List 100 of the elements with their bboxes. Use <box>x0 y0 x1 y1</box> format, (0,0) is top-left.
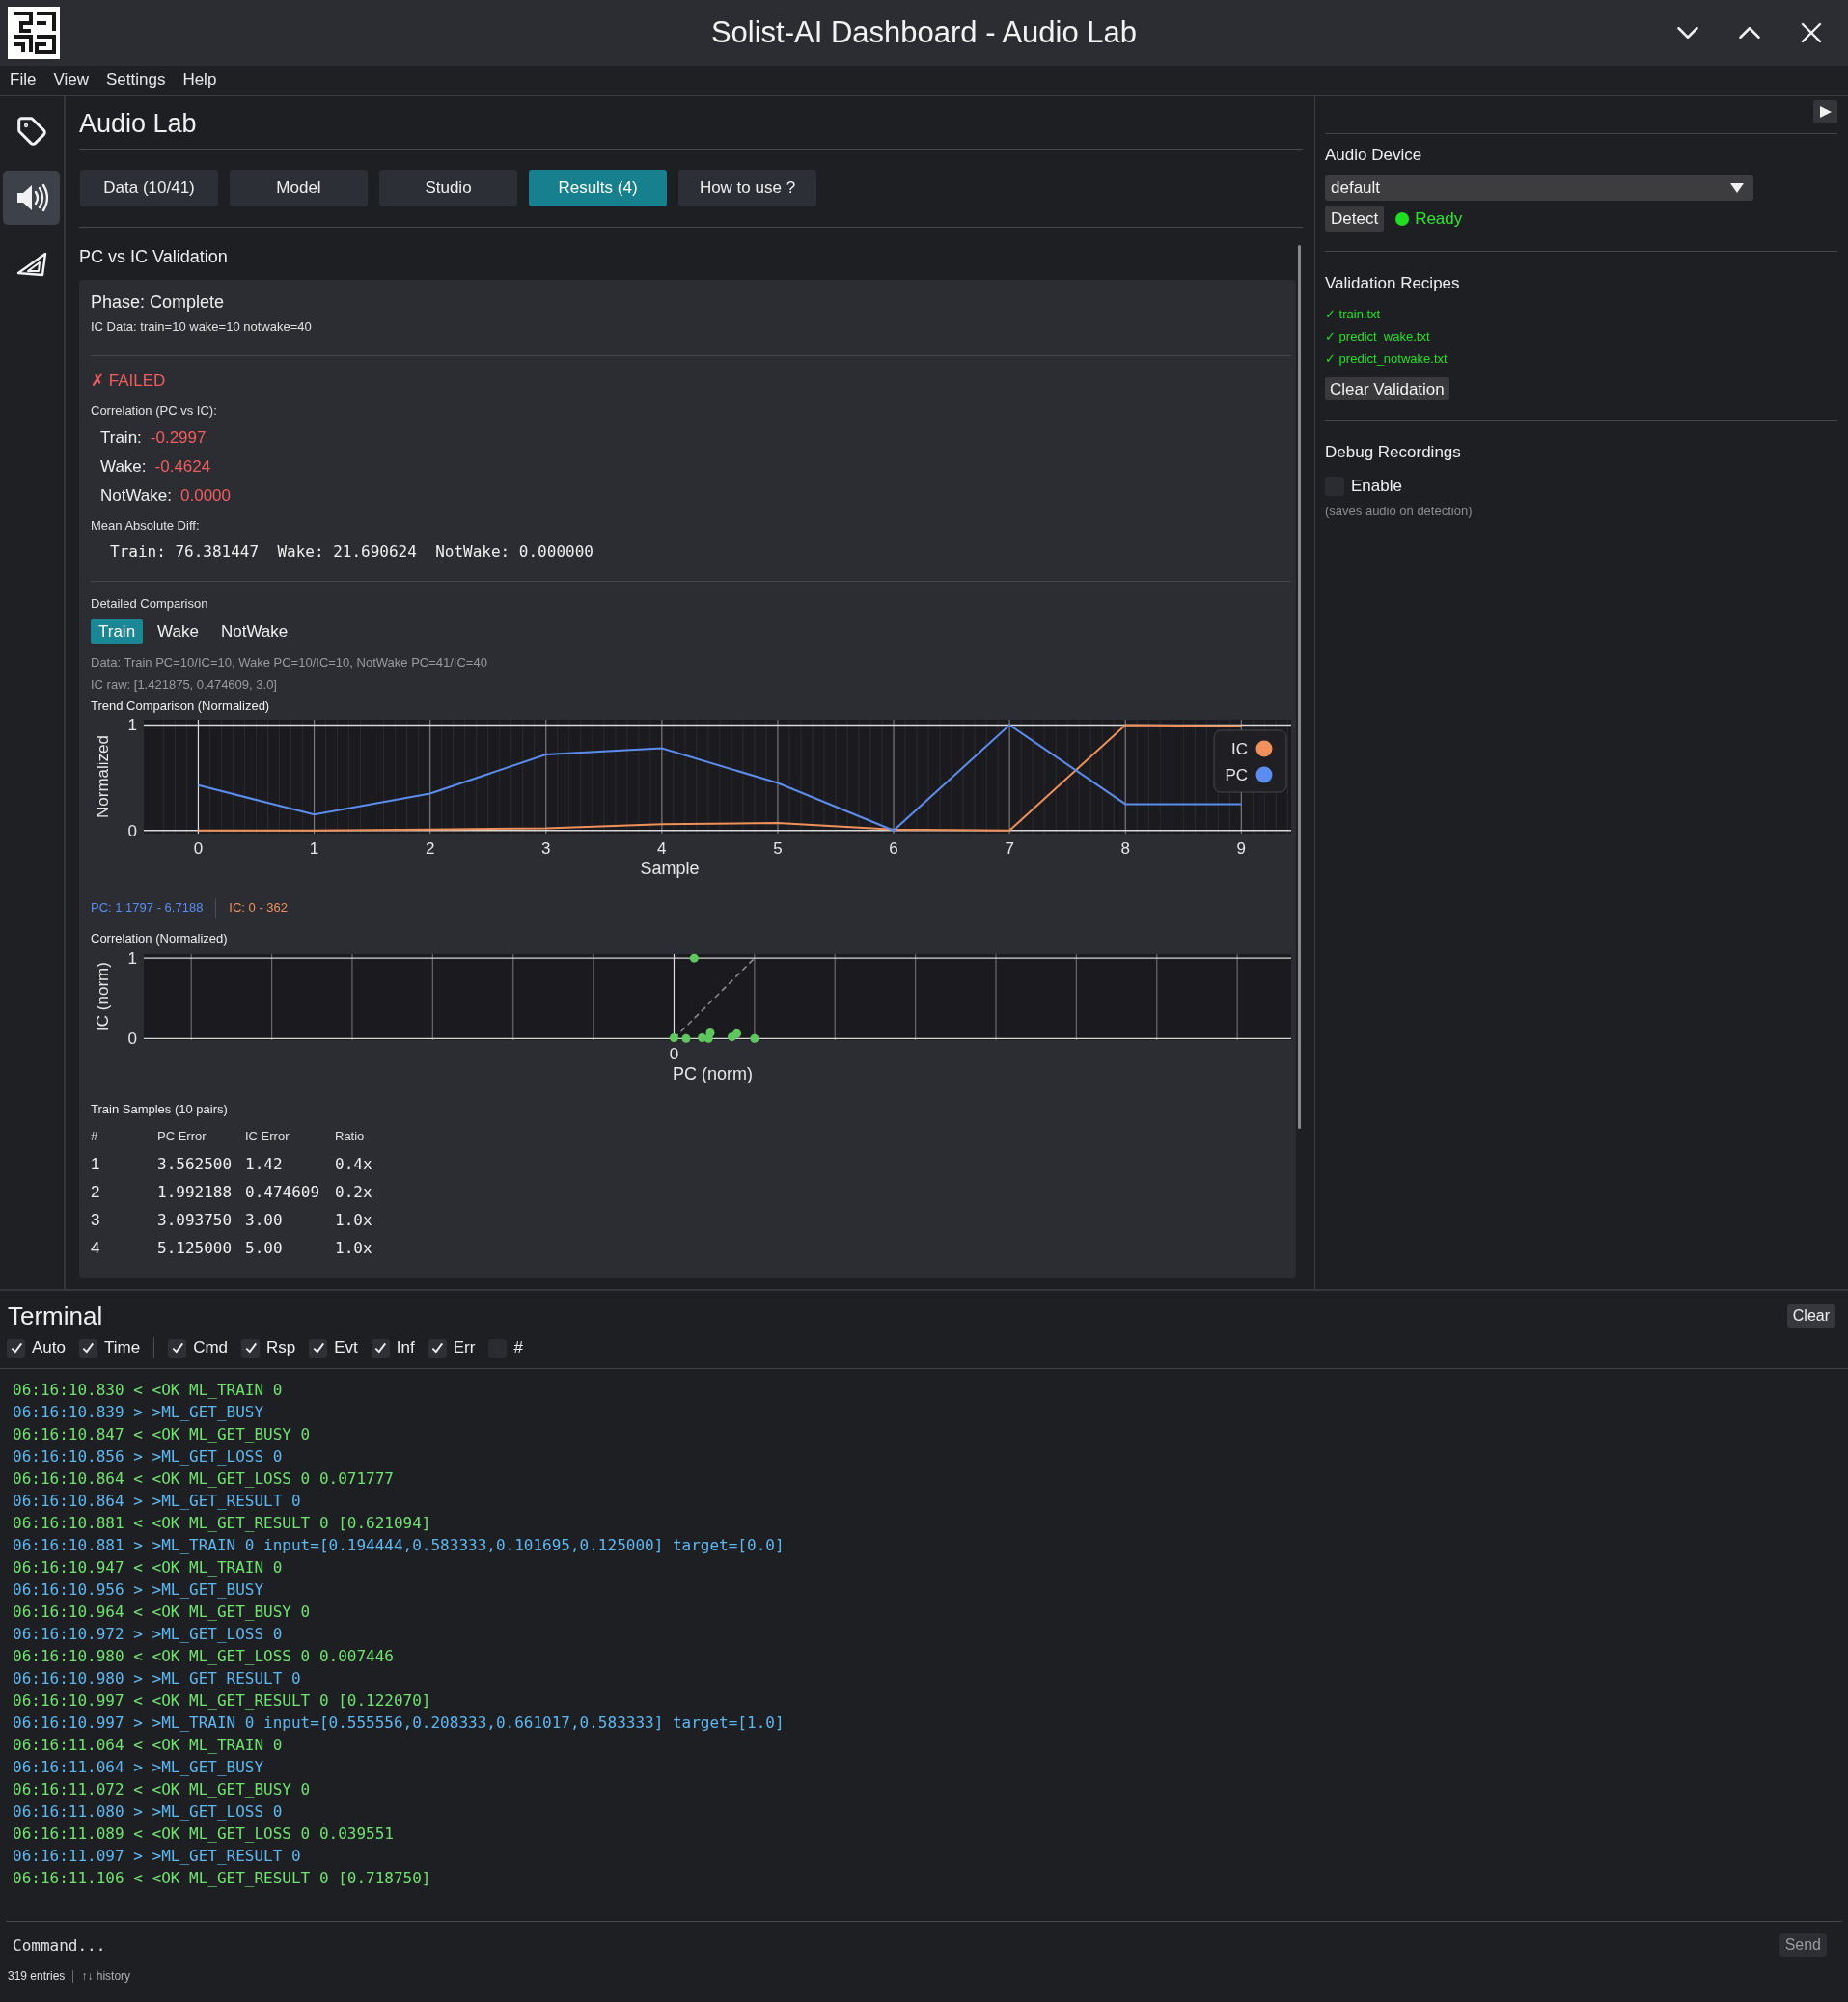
check-icon <box>311 1341 325 1355</box>
data-point <box>670 1033 678 1042</box>
log-line: 06:16:10.980 > >ML_GET_RESULT 0 <box>13 1667 301 1689</box>
tab[interactable]: Model <box>230 170 368 206</box>
device-dropdown[interactable]: default <box>1325 175 1753 201</box>
section-title: PC vs IC Validation <box>79 245 228 268</box>
filter-toggle[interactable]: Inf <box>371 1335 415 1360</box>
table-header-cell: # <box>91 1129 98 1143</box>
checkbox[interactable] <box>7 1338 25 1358</box>
sub-tab[interactable]: Train <box>91 619 144 644</box>
detect-button[interactable]: Detect <box>1325 206 1385 232</box>
filter-toggle[interactable]: Time <box>79 1335 141 1360</box>
sidebar-item[interactable] <box>3 171 60 225</box>
menu-item[interactable]: View <box>53 69 89 91</box>
axis-tick-label: 6 <box>889 839 898 858</box>
log-line: 06:16:10.864 > >ML_GET_RESULT 0 <box>13 1490 301 1512</box>
table-cell: 0.474609 <box>245 1182 320 1201</box>
checkbox[interactable] <box>309 1338 328 1358</box>
checkbox[interactable] <box>241 1338 261 1358</box>
log-line: 06:16:10.847 < <OK ML_GET_BUSY 0 <box>13 1423 311 1445</box>
data-point <box>681 1033 691 1043</box>
table-cell: 1.0x <box>335 1210 372 1229</box>
send-button[interactable]: Send <box>1779 1933 1827 1957</box>
tag-icon <box>15 116 47 147</box>
table-cell: 3 <box>91 1210 100 1229</box>
filter-toggle[interactable]: # <box>488 1335 523 1360</box>
log-line: 06:16:10.864 < <OK ML_GET_LOSS 0 0.071777 <box>13 1467 394 1490</box>
log-line: 06:16:11.097 > >ML_GET_RESULT 0 <box>13 1845 301 1867</box>
metric-value: 0.0000 <box>180 485 231 507</box>
log-line: 06:16:11.080 > >ML_GET_LOSS 0 <box>13 1800 283 1823</box>
filter-toggle[interactable]: Err <box>428 1335 476 1360</box>
log-line: 06:16:11.106 < <OK ML_GET_RESULT 0 [0.718750] <box>13 1867 431 1889</box>
filter-toggle[interactable]: Rsp <box>241 1335 296 1360</box>
chart-title: Correlation (Normalized) <box>91 930 228 948</box>
table-cell: 1.992188 <box>157 1182 233 1201</box>
check-icon <box>243 1341 258 1355</box>
metric-value: -0.4624 <box>154 456 211 479</box>
checkbox[interactable] <box>168 1338 187 1358</box>
menu-item[interactable]: Help <box>182 69 217 91</box>
axis-tick-label: 5 <box>773 839 783 858</box>
table-cell: 1 <box>91 1154 100 1173</box>
tab[interactable]: Results (4) <box>529 170 667 206</box>
table-cell: 1.42 <box>245 1154 283 1173</box>
data-point <box>705 1028 715 1037</box>
filter-toggle[interactable]: Evt <box>309 1335 358 1360</box>
dropdown-caret-icon <box>1730 182 1744 193</box>
checkbox[interactable] <box>79 1338 97 1358</box>
clear-button[interactable]: Clear <box>1786 1304 1835 1328</box>
entries-count: 319 entries <box>8 1968 66 1985</box>
enable-toggle[interactable]: Enable <box>1325 477 1402 496</box>
command-input[interactable]: Command... <box>13 1931 1768 1960</box>
tab[interactable]: Data (10/41) <box>80 170 218 206</box>
data-point <box>689 953 699 963</box>
scrollbar-thumb[interactable] <box>1298 245 1301 1129</box>
recipe-file: ✓ predict_wake.txt <box>1325 327 1430 345</box>
log-line: 06:16:10.956 > >ML_GET_BUSY <box>13 1578 264 1601</box>
status-text: ✗ FAILED <box>91 370 166 393</box>
axis-tick-label: 4 <box>657 839 667 858</box>
log-line: 06:16:10.881 > >ML_TRAIN 0 input=[0.194444,0.583333,0.101695,0.125000] target=[0.0] <box>13 1534 785 1556</box>
metric-value: -0.2997 <box>150 427 207 450</box>
legend-label: IC <box>1231 740 1248 758</box>
axis-tick-label: 1 <box>127 951 137 969</box>
hint-text: (saves audio on detection) <box>1325 503 1473 521</box>
play-button[interactable] <box>1813 100 1837 123</box>
filter-toggle[interactable]: Cmd <box>168 1335 229 1360</box>
history-hint: ↑↓ history <box>81 1968 131 1985</box>
table-cell: 0.4x <box>335 1154 372 1173</box>
clear-validation-button[interactable]: Clear Validation <box>1325 377 1449 400</box>
menu-item[interactable]: File <box>10 69 37 91</box>
section-label: Mean Absolute Diff: <box>91 517 200 535</box>
axis-tick-label: 0 <box>669 1045 679 1063</box>
table-header-cell: PC Error <box>157 1129 207 1143</box>
axis-title: Sample <box>640 859 700 878</box>
sub-tab[interactable]: NotWake <box>212 619 296 644</box>
tab[interactable]: Studio <box>379 170 517 206</box>
table-cell: 0.2x <box>335 1182 372 1201</box>
range-text: IC: 0 - 362 <box>229 899 289 918</box>
filter-toggle[interactable]: Auto <box>7 1335 66 1360</box>
tab[interactable]: How to use ? <box>678 170 816 206</box>
axis-tick-label: 0 <box>127 821 137 840</box>
section-label: Correlation (PC vs IC): <box>91 402 217 421</box>
chart-title: Trend Comparison (Normalized) <box>91 698 270 716</box>
table-header-cell: Ratio <box>335 1129 365 1143</box>
data-point <box>698 1033 707 1042</box>
table-title: Train Samples (10 pairs) <box>91 1101 228 1119</box>
log-line: 06:16:10.980 < <OK ML_GET_LOSS 0 0.007446 <box>13 1645 394 1667</box>
log-line: 06:16:10.964 < <OK ML_GET_BUSY 0 <box>13 1601 311 1623</box>
log-line: 06:16:11.072 < <OK ML_GET_BUSY 0 <box>13 1778 311 1800</box>
logo-icon <box>8 7 60 59</box>
axis-tick-label: 9 <box>1236 839 1247 858</box>
axis-tick-label: 1 <box>127 717 137 735</box>
play-icon <box>1818 105 1833 119</box>
log-line: 06:16:10.972 > >ML_GET_LOSS 0 <box>13 1623 283 1645</box>
window-title: Solist-AI Dashboard - Audio Lab <box>710 14 1138 51</box>
menu-item[interactable]: Settings <box>105 69 166 91</box>
check-icon <box>373 1341 388 1355</box>
checkbox[interactable] <box>371 1338 390 1358</box>
sub-tab[interactable]: Wake <box>150 619 207 644</box>
axis-tick-label: 0 <box>127 1029 137 1049</box>
checkbox[interactable] <box>428 1338 447 1358</box>
